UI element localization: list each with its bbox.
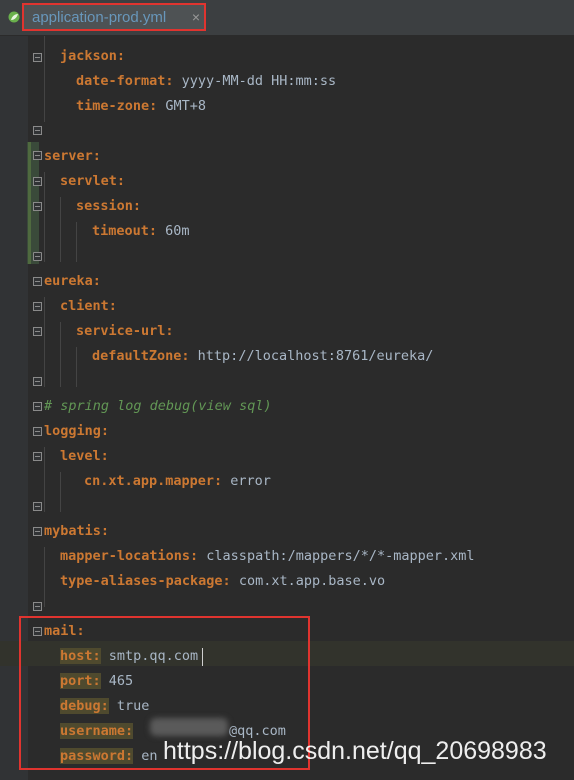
indent-guide xyxy=(44,547,45,607)
code-line: mapper-locations: classpath:/mappers/*/*… xyxy=(60,548,475,564)
close-icon[interactable]: × xyxy=(192,9,200,25)
tab-title: application-prod.yml xyxy=(32,9,167,26)
code-line: type-aliases-package: com.xt.app.base.vo xyxy=(60,573,386,589)
code-line: time-zone: GMT+8 xyxy=(76,98,207,114)
code-line: servlet: xyxy=(60,173,126,189)
fold-marker[interactable] xyxy=(33,452,42,461)
fold-marker[interactable] xyxy=(33,126,42,135)
code-line: eureka: xyxy=(44,273,101,289)
code-line: jackson: xyxy=(60,48,126,64)
indent-guide xyxy=(76,222,77,262)
code-line: logging: xyxy=(44,423,110,439)
indent-guide xyxy=(44,297,45,387)
watermark: https://blog.csdn.net/qq_20698983 xyxy=(163,737,547,765)
fold-marker[interactable] xyxy=(33,402,42,411)
indent-guide xyxy=(76,347,77,387)
code-line: date-format: yyyy-MM-dd HH:mm:ss xyxy=(76,73,337,89)
fold-marker[interactable] xyxy=(33,527,42,536)
code-line: mybatis: xyxy=(44,523,110,539)
indent-guide xyxy=(60,472,61,512)
fold-marker[interactable] xyxy=(33,502,42,511)
vcs-change-bar xyxy=(28,142,31,264)
indent-guide xyxy=(44,447,45,512)
code-line: defaultZone: http://localhost:8761/eurek… xyxy=(92,348,434,364)
fold-marker[interactable] xyxy=(33,53,42,62)
code-line: # spring log debug(view sql) xyxy=(44,398,272,414)
fold-marker[interactable] xyxy=(33,277,42,286)
spring-leaf-icon xyxy=(8,11,20,23)
indent-guide xyxy=(60,322,61,387)
fold-marker[interactable] xyxy=(33,327,42,336)
code-line: level: xyxy=(60,448,109,464)
tab-application-prod-yml[interactable]: application-prod.yml × xyxy=(8,3,206,31)
fold-marker[interactable] xyxy=(33,602,42,611)
code-line: server: xyxy=(44,148,101,164)
code-line: timeout: 60m xyxy=(92,223,190,239)
fold-marker[interactable] xyxy=(33,252,42,261)
code-line: client: xyxy=(60,298,117,314)
fold-marker[interactable] xyxy=(33,377,42,386)
editor-tab-bar: application-prod.yml × xyxy=(0,0,574,36)
fold-marker[interactable] xyxy=(33,202,42,211)
code-line: service-url: xyxy=(76,323,174,339)
fold-marker[interactable] xyxy=(33,427,42,436)
code-line: session: xyxy=(76,198,142,214)
fold-marker[interactable] xyxy=(33,177,42,186)
fold-marker[interactable] xyxy=(33,151,42,160)
fold-marker[interactable] xyxy=(33,302,42,311)
indent-guide xyxy=(44,36,45,122)
code-line: cn.xt.app.mapper: error xyxy=(84,473,271,489)
indent-guide xyxy=(44,172,45,262)
indent-guide xyxy=(60,197,61,262)
